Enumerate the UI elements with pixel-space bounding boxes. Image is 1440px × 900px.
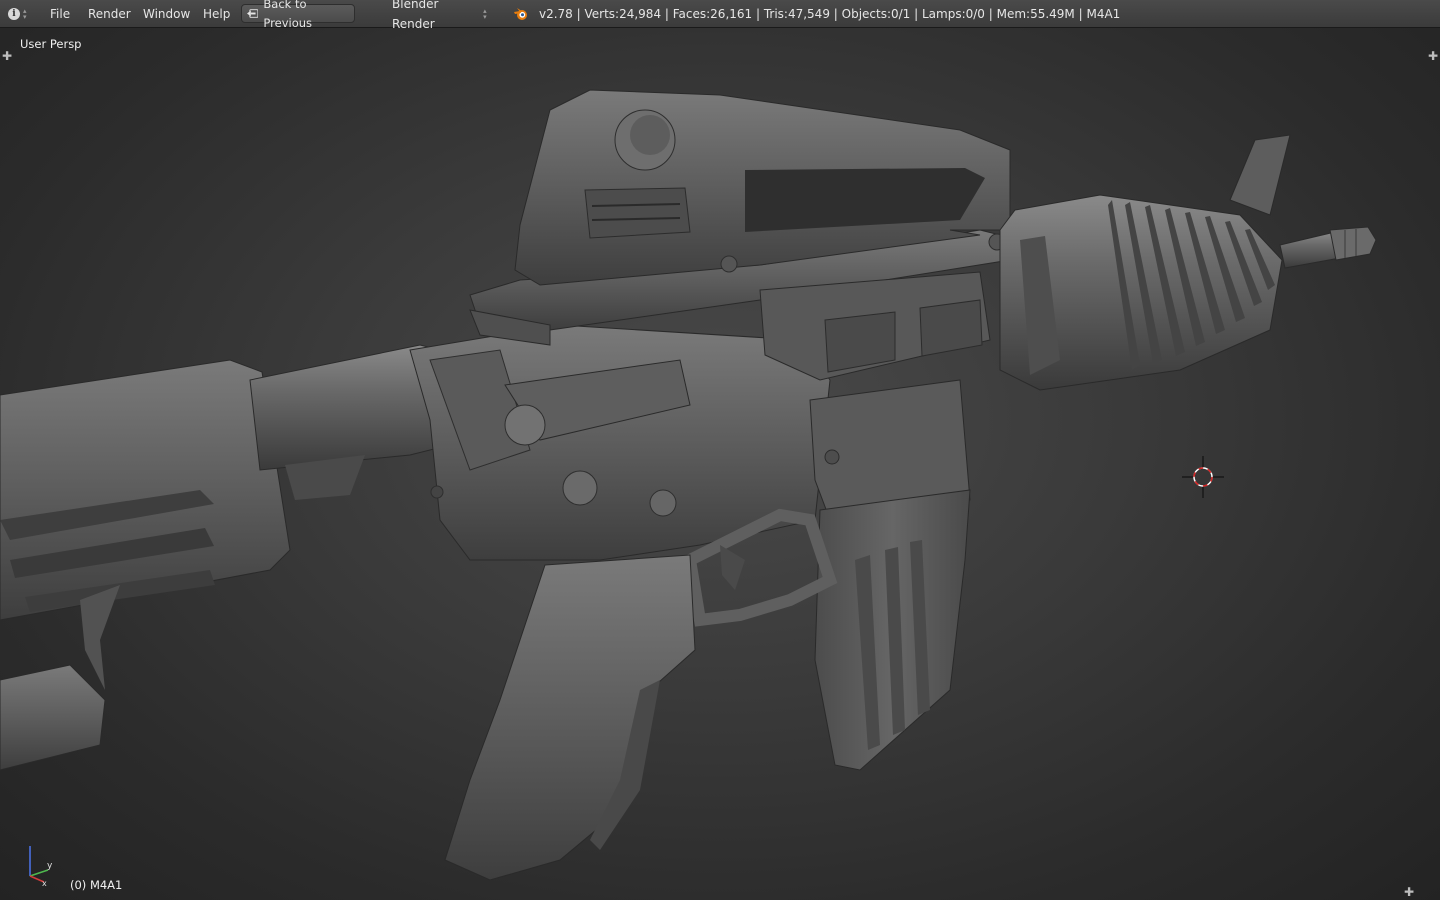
active-object-label: (0) M4A1 xyxy=(70,878,123,892)
editor-type-selector[interactable]: i ▴ ▾ xyxy=(8,5,36,23)
axis-x-label: x xyxy=(42,879,47,886)
area-split-corner-icon[interactable]: ✚ xyxy=(1404,886,1414,898)
area-split-corner-icon[interactable]: ✚ xyxy=(1428,50,1438,62)
updown-arrows-icon: ▴ ▾ xyxy=(23,7,27,21)
blender-logo-icon xyxy=(514,8,527,20)
rifle-model xyxy=(0,89,1377,881)
updown-arrows-icon: ▴ ▾ xyxy=(483,7,487,21)
area-split-corner-icon[interactable]: ✚ xyxy=(2,50,12,62)
scene-statistics: v2.78 | Verts:24,984 | Faces:26,161 | Tr… xyxy=(539,7,1121,21)
info-header: i ▴ ▾ File Render Window Help Back to Pre… xyxy=(0,0,1440,31)
info-icon: i xyxy=(8,8,20,20)
menu-window[interactable]: Window xyxy=(143,0,190,28)
view-label: User Persp xyxy=(20,37,82,51)
3d-viewport[interactable]: User Persp ✚ ✚ ✚ y x (0) M4A1 xyxy=(0,28,1440,900)
axis-gizmo-icon: y x xyxy=(29,846,53,886)
menu-help[interactable]: Help xyxy=(203,0,230,28)
render-engine-dropdown[interactable]: Blender Render ▴ ▾ xyxy=(380,0,495,31)
back-arrow-icon xyxy=(247,9,259,18)
3d-cursor-icon[interactable] xyxy=(1182,456,1224,498)
axis-y-label: y xyxy=(47,861,53,871)
menu-render[interactable]: Render xyxy=(88,0,131,28)
menu-file[interactable]: File xyxy=(50,0,70,28)
back-to-previous-button[interactable]: Back to Previous xyxy=(241,0,355,30)
